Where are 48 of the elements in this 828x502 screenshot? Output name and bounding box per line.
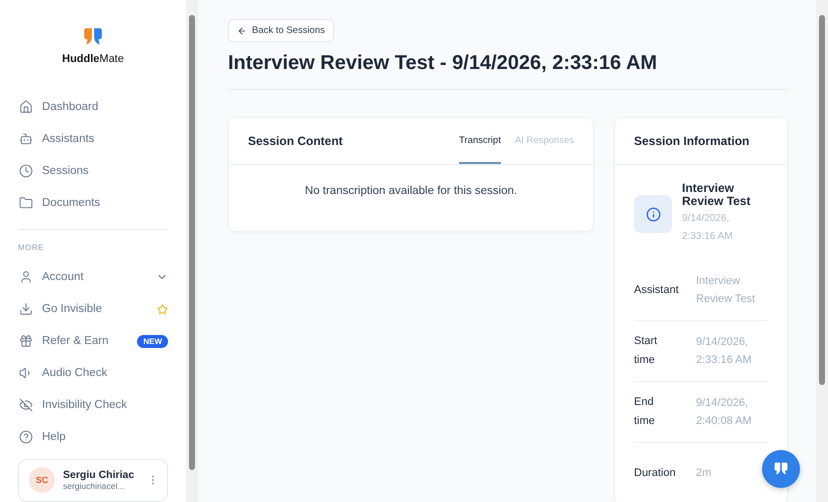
nav-item[interactable]: Help: [18, 420, 168, 453]
nav-item[interactable]: Documents: [18, 186, 168, 218]
back-button[interactable]: Back to Sessions: [228, 19, 334, 42]
info-value: 2m: [696, 466, 712, 481]
tab[interactable]: Transcript: [458, 118, 501, 164]
user-email: sergiuchiriacel...: [63, 481, 126, 492]
session-date: 9/14/2026, 2:33:16 AM: [682, 212, 734, 244]
empty-message: No transcription available for this session.: [304, 184, 518, 199]
user-card[interactable]: SC Sergiu Chiriac sergiuchiriacel...: [18, 458, 168, 502]
arrow-left-icon: [237, 26, 247, 36]
scrollbar[interactable]: [816, 0, 828, 502]
info-icon: [634, 195, 672, 233]
scrollbar[interactable]: [186, 0, 198, 502]
info-value: 9/14/2026, 2:33:16 AM: [696, 335, 753, 368]
avatar: SC: [29, 467, 55, 494]
robot-icon: [19, 132, 33, 146]
nav-item[interactable]: Audio Check: [18, 357, 168, 389]
download-icon: [19, 302, 33, 316]
nav-item[interactable]: Dashboard: [18, 91, 168, 123]
logo-icon: [773, 461, 789, 477]
clock-icon: [19, 164, 33, 178]
nav-item[interactable]: Assistants: [18, 122, 168, 155]
brand-name: HuddleMate: [62, 53, 124, 65]
help-icon: [19, 430, 33, 444]
info-label: Start time: [634, 334, 658, 368]
page-title: Interview Review Test - 9/14/2026, 2:33:16 AM: [228, 52, 788, 90]
folder-icon: [19, 196, 33, 210]
new-badge: NEW: [137, 334, 168, 348]
info-label: End time: [634, 395, 655, 429]
info-label: Assistant: [634, 282, 679, 298]
session-name: Interview Review Test: [682, 182, 752, 208]
nav-item[interactable]: Refer & Earn NEW: [18, 325, 168, 358]
info-value: 9/14/2026, 2:40:08 AM: [696, 396, 753, 429]
nav-item[interactable]: Invisibility Check: [18, 388, 168, 421]
nav-item[interactable]: Account: [18, 261, 168, 294]
home-icon: [19, 100, 33, 114]
nav-item[interactable]: Sessions: [18, 154, 168, 187]
star-icon: [157, 304, 168, 315]
eye-off-icon: [19, 398, 33, 412]
gift-icon: [19, 334, 33, 348]
user-name: Sergiu Chiriac: [63, 469, 136, 482]
card-title: Session Information: [634, 134, 750, 148]
section-heading: MORE: [18, 243, 45, 252]
info-label: Duration: [634, 466, 676, 480]
nav-item[interactable]: Go Invisible: [18, 293, 168, 326]
user-icon: [19, 270, 33, 284]
card-title: Session Content: [248, 134, 344, 148]
info-value: Interview Review Test: [696, 274, 756, 307]
